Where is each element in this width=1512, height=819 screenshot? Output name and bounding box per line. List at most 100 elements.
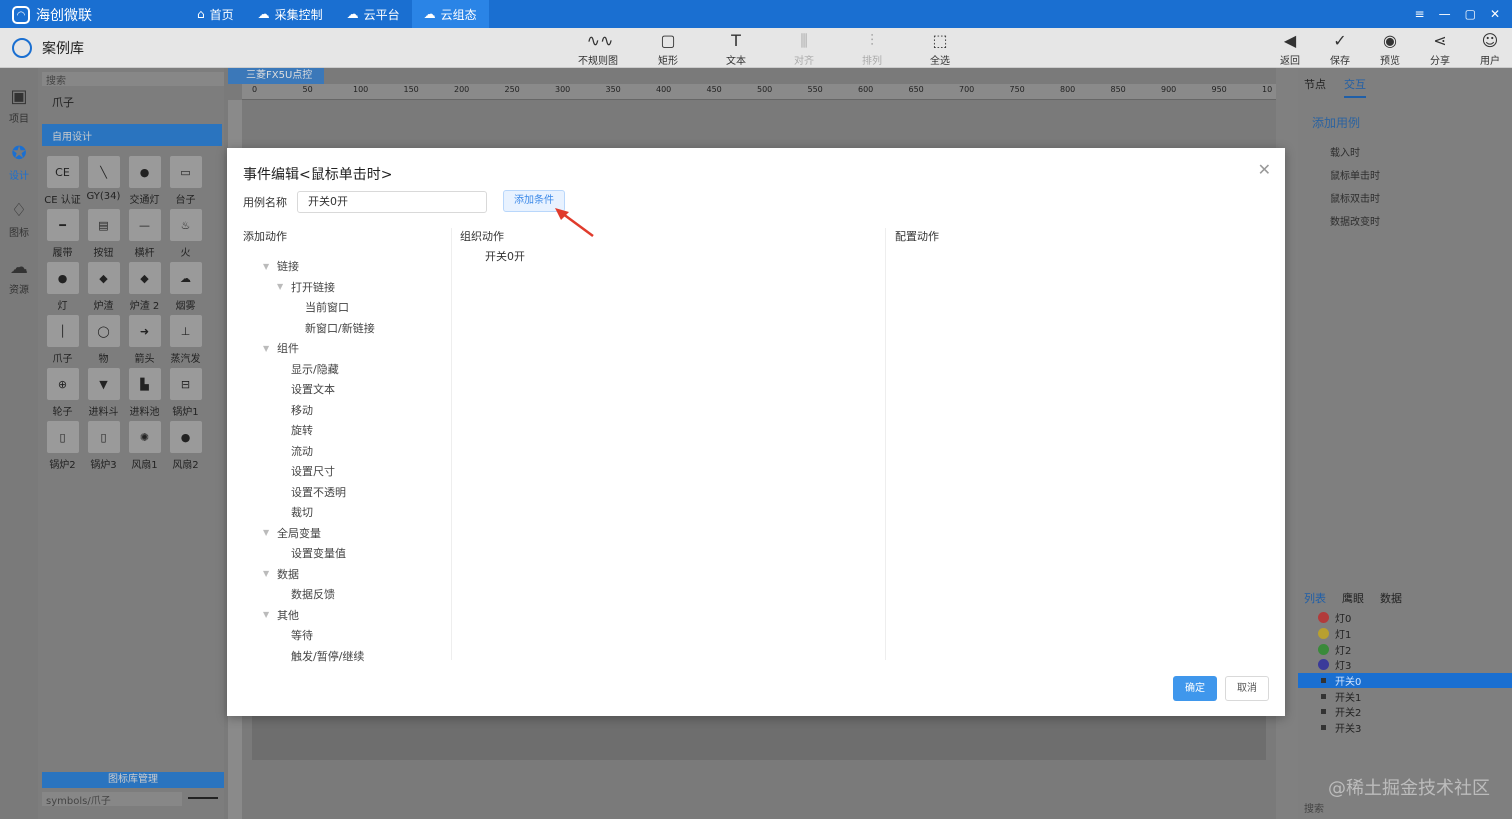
back-button[interactable]: ◀ 返回 xyxy=(1276,32,1304,68)
layer-row[interactable]: 灯3 xyxy=(1298,657,1512,673)
rail-item-resource[interactable]: ☁ 资源 xyxy=(0,257,38,296)
component-item[interactable]: ➜ 箭头 xyxy=(124,315,165,368)
share-button[interactable]: ⋖ 分享 xyxy=(1426,32,1454,68)
event-item[interactable]: 鼠标双击时 xyxy=(1330,190,1380,205)
layers-tab[interactable]: 数据 xyxy=(1380,590,1402,606)
event-item[interactable]: 鼠标单击时 xyxy=(1330,167,1380,182)
layers-tab[interactable]: 列表 xyxy=(1304,590,1326,606)
group-header[interactable]: 自用设计 xyxy=(42,124,222,146)
component-item[interactable]: ━ 履带 xyxy=(42,209,83,262)
event-item[interactable]: 载入时 xyxy=(1330,144,1380,159)
component-item[interactable]: ▤ 按钮 xyxy=(83,209,124,262)
tree-node[interactable]: 触发/暂停/继续 xyxy=(263,646,375,667)
add-case-link[interactable]: 添加用例 xyxy=(1312,114,1360,131)
tree-node[interactable]: 移动 xyxy=(263,400,375,421)
category-select[interactable]: 爪子 xyxy=(42,94,220,114)
component-item[interactable]: ♨ 火 xyxy=(165,209,206,262)
layer-row[interactable]: 开关2 xyxy=(1298,704,1512,720)
layers-tab[interactable]: 鹰眼 xyxy=(1342,590,1364,606)
component-label: 炉渣 xyxy=(93,301,114,312)
library-manage-button[interactable]: 图标库管理 xyxy=(42,772,224,788)
component-item[interactable]: ◯ 物 xyxy=(83,315,124,368)
component-item[interactable]: ╲ GY(34) xyxy=(83,156,124,209)
tree-node[interactable]: ▼ 数据 xyxy=(263,564,375,585)
library-path-input[interactable]: symbols/爪子 xyxy=(42,792,182,807)
component-item[interactable]: ⊕ 轮子 xyxy=(42,368,83,421)
component-item[interactable]: ▯ 锅炉3 xyxy=(83,421,124,474)
tree-node[interactable]: 当前窗口 xyxy=(263,297,375,318)
tree-node[interactable]: 设置文本 xyxy=(263,379,375,400)
rail-item-design[interactable]: ✪ 设计 xyxy=(0,143,38,182)
maximize-icon[interactable]: ▢ xyxy=(1465,7,1476,21)
component-item[interactable]: — 横杆 xyxy=(124,209,165,262)
canvas-tab[interactable]: 三菱FX5U点控 xyxy=(228,68,324,84)
layer-row[interactable]: 灯0 xyxy=(1298,610,1512,626)
organized-action-item[interactable]: 开关0开 xyxy=(485,248,525,264)
tree-node[interactable]: 裁切 xyxy=(263,502,375,523)
component-item[interactable]: ☁ 烟雾 xyxy=(165,262,206,315)
close-icon[interactable]: ✕ xyxy=(1258,160,1271,179)
tree-node[interactable]: ▼ 组件 xyxy=(263,338,375,359)
component-item[interactable]: │ 爪子 xyxy=(42,315,83,368)
ok-button[interactable]: 确定 xyxy=(1173,676,1217,701)
component-item[interactable]: ▙ 进料池 xyxy=(124,368,165,421)
component-item[interactable]: ▯ 锅炉2 xyxy=(42,421,83,474)
preview-button[interactable]: ◉ 预览 xyxy=(1376,32,1404,68)
nav-item[interactable]: ☁ 云平台 xyxy=(335,0,412,28)
layer-search-input[interactable]: 搜索 xyxy=(1304,800,1324,815)
component-item[interactable]: ● 交通灯 xyxy=(124,156,165,209)
nav-item[interactable]: ☁ 云组态 xyxy=(411,0,489,28)
component-item[interactable]: ◆ 炉渣 2 xyxy=(124,262,165,315)
layer-row[interactable]: 开关3 xyxy=(1298,720,1512,736)
component-item[interactable]: CE CE 认证 xyxy=(42,156,83,209)
tree-node[interactable]: ▼ 其他 xyxy=(263,605,375,626)
tree-node[interactable]: 设置不透明 xyxy=(263,482,375,503)
tree-node[interactable]: 数据反馈 xyxy=(263,584,375,605)
brand[interactable]: ◠ 海创微联 xyxy=(12,5,92,25)
tree-node[interactable]: ▼ 链接 xyxy=(263,256,375,277)
layer-row[interactable]: 灯1 xyxy=(1298,626,1512,642)
component-item[interactable]: ● 风扇2 xyxy=(165,421,206,474)
event-item[interactable]: 数据改变时 xyxy=(1330,213,1380,228)
nav-item[interactable]: ☁ 采集控制 xyxy=(246,0,335,28)
tree-node-label: 移动 xyxy=(291,403,313,417)
tree-node[interactable]: ▼ 打开链接 xyxy=(263,277,375,298)
tree-node[interactable]: 新窗口/新链接 xyxy=(263,318,375,339)
component-item[interactable]: ▭ 台子 xyxy=(165,156,206,209)
zoom-slider[interactable] xyxy=(188,797,218,799)
tree-node[interactable]: 等待 xyxy=(263,625,375,646)
tree-node-label: 裁切 xyxy=(291,506,313,520)
layer-row[interactable]: 开关0 xyxy=(1298,672,1512,689)
minimize-icon[interactable]: — xyxy=(1439,7,1451,21)
rail-item-project[interactable]: ▣ 项目 xyxy=(0,86,38,125)
component-item[interactable]: ✺ 风扇1 xyxy=(124,421,165,474)
cancel-button[interactable]: 取消 xyxy=(1225,676,1269,701)
case-name-input[interactable]: 开关0开 xyxy=(297,191,487,213)
tab-nodes[interactable]: 节点 xyxy=(1304,76,1326,98)
close-window-icon[interactable]: ✕ xyxy=(1490,7,1500,21)
component-item[interactable]: ▼ 进料斗 xyxy=(83,368,124,421)
component-item[interactable]: ⊟ 锅炉1 xyxy=(165,368,206,421)
layer-label: 灯1 xyxy=(1335,630,1352,642)
menu-icon[interactable]: ≡ xyxy=(1415,7,1425,21)
nav-label: 首页 xyxy=(209,7,234,22)
tree-node[interactable]: 流动 xyxy=(263,441,375,462)
component-search-input[interactable]: 搜索 xyxy=(42,72,224,87)
user-button[interactable]: ☺ 用户 xyxy=(1476,32,1504,68)
nav-item[interactable]: ⌂ 首页 xyxy=(185,0,246,28)
tree-node[interactable]: 设置变量值 xyxy=(263,543,375,564)
tree-node[interactable]: ▼ 全局变量 xyxy=(263,523,375,544)
component-thumb-icon: ╲ xyxy=(87,156,120,188)
layer-row[interactable]: 开关1 xyxy=(1298,688,1512,704)
component-item[interactable]: ◆ 炉渣 xyxy=(83,262,124,315)
component-label: 交通灯 xyxy=(129,195,160,206)
tab-interaction[interactable]: 交互 xyxy=(1344,76,1366,98)
save-button[interactable]: ✓ 保存 xyxy=(1326,32,1354,68)
tree-node[interactable]: 设置尺寸 xyxy=(263,461,375,482)
component-item[interactable]: ● 灯 xyxy=(42,262,83,315)
layer-row[interactable]: 灯2 xyxy=(1298,641,1512,657)
rail-item-icons[interactable]: ♢ 图标 xyxy=(0,200,38,239)
tree-node[interactable]: 显示/隐藏 xyxy=(263,359,375,380)
tree-node[interactable]: 旋转 xyxy=(263,420,375,441)
component-item[interactable]: ⊥ 蒸汽发 xyxy=(165,315,206,368)
